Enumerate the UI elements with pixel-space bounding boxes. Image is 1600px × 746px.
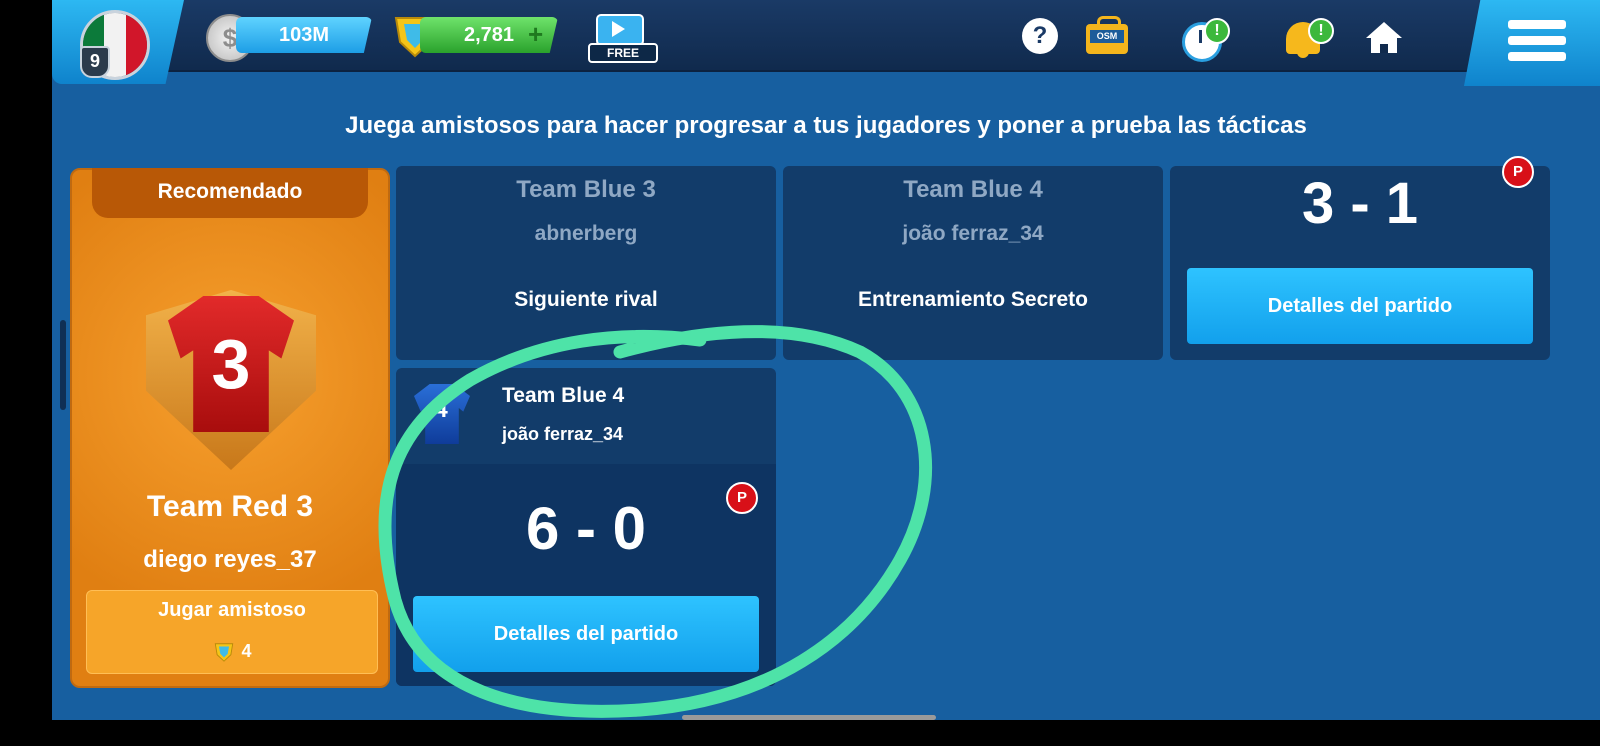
card-footer: Siguiente rival <box>514 288 658 311</box>
team-name: Team Blue 3 <box>516 176 656 203</box>
team-shirt-icon: 3 <box>136 282 326 472</box>
page-subtitle: Juega amistosos para hacer progresar a t… <box>345 112 1307 139</box>
play-friendly-label: Jugar amistoso <box>158 599 306 621</box>
bell-icon[interactable]: ! <box>1282 14 1334 58</box>
card-footer: Entrenamiento Secreto <box>858 288 1088 311</box>
match-score: 3 - 1 <box>1301 171 1419 236</box>
home-icon[interactable] <box>1362 14 1406 58</box>
menu-icon[interactable] <box>1508 20 1566 62</box>
played-badge: P <box>726 482 758 514</box>
timer-icon[interactable]: ! <box>1180 14 1230 62</box>
match-details-button[interactable]: Detalles del partido <box>1187 268 1533 344</box>
opponent-card[interactable]: Team Blue 4 joão ferraz_34 Entrenamiento… <box>783 166 1163 360</box>
side-handle <box>60 320 66 410</box>
coins-balance[interactable]: 103M <box>236 17 372 53</box>
manager-name: joão ferraz_34 <box>502 424 624 444</box>
game-screen: 9 $ 103M 2,781 + FREE ? OSM ! ! Juega am… <box>52 0 1600 720</box>
free-video-button[interactable]: FREE <box>588 12 658 63</box>
match-result-card: 4 Team Blue 4 joão ferraz_34 6 - 0 P Det… <box>396 368 776 686</box>
home-indicator[interactable] <box>682 715 936 720</box>
recommended-opponent-card: Recomendado 3 Team Red 3 diego reyes_37 … <box>70 168 390 688</box>
match-score: 6 - 0 <box>525 495 647 562</box>
help-icon[interactable]: ? <box>1022 18 1058 54</box>
shop-label: OSM <box>1090 30 1124 43</box>
manager-name: diego reyes_37 <box>143 546 317 573</box>
notification-alert-badge: ! <box>1308 18 1334 44</box>
team-name: Team Blue 4 <box>502 384 625 407</box>
level-badge: 9 <box>80 46 110 78</box>
free-label: FREE <box>588 43 658 63</box>
team-name: Team Red 3 <box>146 490 314 523</box>
manager-name: abnerberg <box>534 222 638 245</box>
boss-coin-icon <box>215 643 234 663</box>
match-result-card: 3 - 1 P Detalles del partido <box>1170 156 1550 360</box>
play-icon <box>612 21 625 37</box>
opponent-card[interactable]: Team Blue 3 abnerberg Siguiente rival <box>396 166 776 360</box>
team-shirt-icon: 4 <box>410 380 472 450</box>
play-friendly-button[interactable]: Jugar amistoso 4 <box>86 590 378 674</box>
team-name: Team Blue 4 <box>903 176 1043 203</box>
play-cost: 4 <box>87 641 377 663</box>
played-badge: P <box>1502 156 1534 188</box>
cost-value: 4 <box>241 641 252 661</box>
manager-name: joão ferraz_34 <box>902 222 1044 245</box>
timer-alert-badge: ! <box>1204 18 1230 44</box>
shirt-number: 4 <box>434 396 448 423</box>
add-boss-coins-icon[interactable]: + <box>528 19 543 50</box>
match-details-button[interactable]: Detalles del partido <box>413 596 759 672</box>
recommended-tab: Recomendado <box>92 168 368 218</box>
shirt-number: 3 <box>211 325 251 403</box>
shop-bag-icon[interactable]: OSM <box>1084 14 1128 58</box>
